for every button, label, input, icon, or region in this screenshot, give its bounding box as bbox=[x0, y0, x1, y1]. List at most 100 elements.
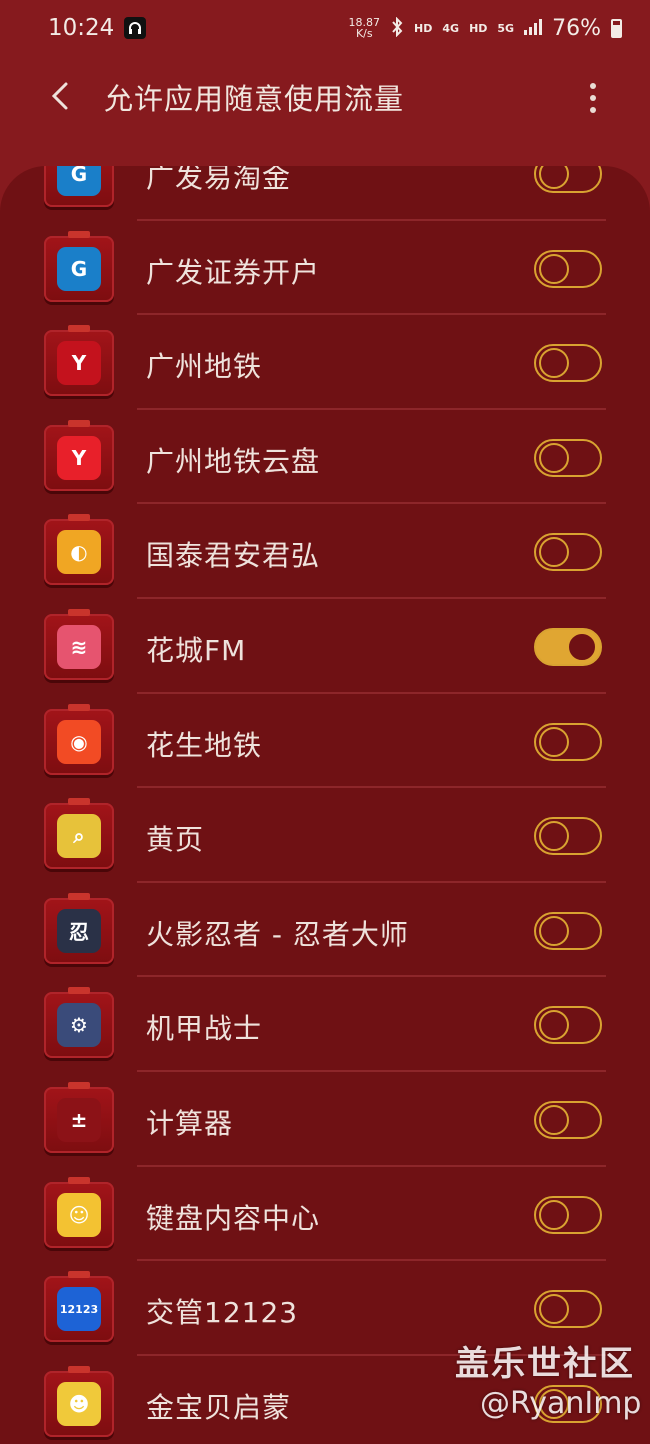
watermark-community: 盖乐世社区 bbox=[455, 1344, 635, 1384]
data-usage-toggle[interactable] bbox=[534, 1006, 602, 1045]
app-label: 交管12123 bbox=[146, 1296, 299, 1330]
gf-securities-icon: G bbox=[44, 230, 114, 302]
data-usage-toggle[interactable] bbox=[534, 627, 602, 666]
hd-label-2: HD bbox=[469, 21, 488, 35]
app-icon-glyph: Y bbox=[57, 341, 101, 386]
more-dot-icon bbox=[590, 83, 596, 89]
net-speed-unit: K/s bbox=[355, 27, 373, 40]
data-usage-toggle[interactable] bbox=[534, 344, 602, 383]
gymboree-icon: ☻ bbox=[44, 1365, 114, 1437]
app-row[interactable]: ± 计算器 bbox=[0, 1072, 650, 1167]
toggle-knob bbox=[539, 1010, 569, 1041]
data-usage-toggle[interactable] bbox=[534, 911, 602, 950]
data-usage-toggle[interactable] bbox=[534, 1100, 602, 1139]
app-label: 黄页 bbox=[146, 823, 205, 857]
app-icon-glyph: G bbox=[57, 166, 101, 196]
app-row[interactable]: ◐ 国泰君安君弘 bbox=[0, 504, 650, 599]
mecha-icon: ⚙ bbox=[44, 987, 114, 1059]
huacheng-fm-icon: ≋ bbox=[44, 608, 114, 680]
back-button[interactable] bbox=[42, 78, 78, 114]
app-icon-glyph: ☻ bbox=[57, 1381, 101, 1426]
app-icon-glyph: ◐ bbox=[57, 530, 101, 575]
data-usage-toggle[interactable] bbox=[534, 817, 602, 856]
status-icons: 18.87 K/s HD 4G HD 5G 76% bbox=[349, 16, 622, 41]
app-icon-glyph: ≋ bbox=[57, 624, 101, 669]
battery-percent: 76% bbox=[552, 15, 601, 41]
gtja-icon: ◐ bbox=[44, 514, 114, 586]
app-label: 广发证券开户 bbox=[146, 255, 321, 289]
page-title: 允许应用随意使用流量 bbox=[104, 82, 405, 116]
bluetooth-icon bbox=[390, 16, 404, 40]
battery-icon bbox=[611, 18, 622, 38]
toggle-knob bbox=[539, 1104, 569, 1135]
gz-metro-cloud-icon: Y bbox=[44, 419, 114, 491]
app-icon-glyph: ◉ bbox=[57, 719, 101, 764]
huasheng-metro-icon: ◉ bbox=[44, 703, 114, 775]
app-row[interactable]: ⚙ 机甲战士 bbox=[0, 977, 650, 1072]
app-label: 广州地铁云盘 bbox=[146, 444, 321, 478]
toggle-knob bbox=[539, 1294, 569, 1325]
app-row[interactable]: ◉ 花生地铁 bbox=[0, 694, 650, 789]
app-list: G 广发易淘金 G 广发证券开户 Y 广州地铁 Y 广州地铁云盘 ◐ 国泰君安君弘 ≋ 花城FM ◉ 花生… bbox=[0, 166, 650, 1444]
app-label: 广发易淘金 bbox=[146, 166, 292, 194]
app-label: 键盘内容中心 bbox=[146, 1201, 321, 1235]
app-row[interactable]: 忍 火影忍者 - 忍者大师 bbox=[0, 883, 650, 978]
app-icon-glyph: 忍 bbox=[57, 908, 101, 953]
app-row[interactable]: Y 广州地铁 bbox=[0, 315, 650, 410]
data-usage-toggle[interactable] bbox=[534, 1195, 602, 1234]
keyboard-content-icon: ☺ bbox=[44, 1176, 114, 1248]
app-row[interactable]: G 广发易淘金 bbox=[0, 166, 650, 221]
yellow-pages-icon: ⌕ bbox=[44, 798, 114, 870]
app-bar: 允许应用随意使用流量 bbox=[0, 56, 650, 140]
back-arrow-icon bbox=[51, 82, 68, 110]
status-bar: 10:24 18.87 K/s HD 4G HD 5G 76% bbox=[0, 0, 650, 56]
app-icon-glyph: ± bbox=[57, 1097, 101, 1142]
app-icon-glyph: Y bbox=[57, 435, 101, 480]
app-icon-glyph: G bbox=[57, 246, 101, 291]
data-usage-toggle[interactable] bbox=[534, 533, 602, 572]
data-usage-toggle[interactable] bbox=[534, 249, 602, 288]
app-row[interactable]: ⌕ 黄页 bbox=[0, 788, 650, 883]
app-label: 火影忍者 - 忍者大师 bbox=[146, 917, 409, 951]
app-label: 花城FM bbox=[146, 633, 247, 667]
app-list-panel[interactable]: G 广发易淘金 G 广发证券开户 Y 广州地铁 Y 广州地铁云盘 ◐ 国泰君安君弘 ≋ 花城FM ◉ 花生… bbox=[0, 166, 650, 1444]
app-row[interactable]: G 广发证券开户 bbox=[0, 221, 650, 316]
app-label: 机甲战士 bbox=[146, 1012, 263, 1046]
data-usage-toggle[interactable] bbox=[534, 1290, 602, 1329]
headset-icon bbox=[124, 17, 147, 39]
toggle-knob bbox=[539, 1199, 569, 1230]
app-label: 国泰君安君弘 bbox=[146, 539, 321, 573]
app-label: 金宝贝启蒙 bbox=[146, 1390, 292, 1424]
more-options-button[interactable] bbox=[578, 76, 608, 120]
traffic-12123-icon: 12123 bbox=[44, 1271, 114, 1343]
app-row[interactable]: ≋ 花城FM bbox=[0, 599, 650, 694]
app-icon-glyph: 12123 bbox=[57, 1287, 101, 1332]
gf-taojin-icon: G bbox=[44, 166, 114, 207]
toggle-knob bbox=[539, 821, 569, 852]
app-label: 花生地铁 bbox=[146, 728, 263, 762]
app-row[interactable]: Y 广州地铁云盘 bbox=[0, 410, 650, 505]
toggle-knob bbox=[539, 348, 569, 379]
more-dot-icon bbox=[590, 107, 596, 113]
app-icon-glyph: ⌕ bbox=[57, 814, 101, 859]
network-type-1: 4G bbox=[442, 21, 460, 35]
toggle-knob bbox=[539, 915, 569, 946]
hd-label-1: HD bbox=[414, 21, 433, 35]
toggle-knob bbox=[539, 166, 569, 189]
app-label: 计算器 bbox=[146, 1106, 234, 1140]
toggle-knob bbox=[539, 442, 569, 473]
data-usage-toggle[interactable] bbox=[534, 166, 602, 193]
app-icon-glyph: ⚙ bbox=[57, 1003, 101, 1048]
watermark-author: @RyanImp bbox=[480, 1386, 642, 1421]
data-usage-toggle[interactable] bbox=[534, 438, 602, 477]
data-usage-toggle[interactable] bbox=[534, 722, 602, 761]
naruto-icon: 忍 bbox=[44, 892, 114, 964]
network-type-2: 5G bbox=[497, 21, 515, 35]
signal-icon bbox=[524, 18, 543, 38]
app-label: 广州地铁 bbox=[146, 350, 263, 384]
gz-metro-icon: Y bbox=[44, 325, 114, 397]
toggle-knob bbox=[567, 631, 597, 662]
calculator-icon: ± bbox=[44, 1081, 114, 1153]
status-time: 10:24 bbox=[48, 15, 115, 41]
app-row[interactable]: ☺ 键盘内容中心 bbox=[0, 1167, 650, 1262]
